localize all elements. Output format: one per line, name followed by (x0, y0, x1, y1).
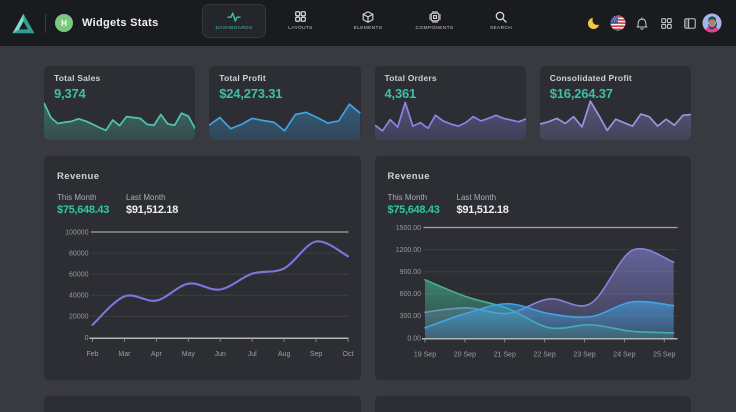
revenue-area-card: Revenue This Month $75,648.43 Last Month… (375, 156, 692, 380)
top-navbar: H Widgets Stats DASHBOARDS LAYOUTS (0, 0, 736, 46)
nav-label: LAYOUTS (288, 26, 313, 31)
stats-row: Total Sales 9,374 Total Profit $24,273.3… (44, 66, 691, 140)
stat-title: Total Sales (54, 73, 185, 83)
total-orders-sparkline (375, 95, 526, 140)
nav-label: SEARCH (490, 26, 512, 31)
x-axis-label: 21 Sep (493, 352, 515, 359)
navbar-divider (45, 14, 46, 33)
x-axis-label: 22 Sep (533, 352, 555, 359)
grid-icon (295, 11, 306, 23)
app-logo-icon[interactable] (12, 13, 35, 34)
x-axis-label: Jul (248, 351, 257, 358)
x-axis-label: 25 Sep (653, 352, 675, 359)
y-axis-label: 60000 (69, 272, 89, 279)
dark-mode-toggle[interactable] (582, 0, 606, 46)
cpu-icon (429, 11, 441, 23)
y-axis-label: 0.00 (407, 335, 421, 342)
search-icon (495, 11, 507, 23)
x-axis-label: 19 Sep (413, 352, 435, 359)
x-axis-label: May (182, 351, 196, 358)
y-axis-label: 80000 (69, 250, 89, 257)
sidebar-toggle-icon (684, 18, 696, 29)
bell-icon (636, 17, 648, 30)
y-axis-label: 900.00 (399, 269, 421, 276)
y-axis-label: 300.00 (399, 313, 421, 320)
y-axis-label: 40000 (69, 293, 89, 300)
y-axis-label: 20000 (69, 314, 89, 321)
y-axis-label: 600.00 (399, 291, 421, 298)
consolidated-profit-card: Consolidated Profit $16,264.37 (540, 66, 691, 140)
x-axis-label: Jun (215, 351, 226, 358)
bottom-left-card (44, 396, 361, 412)
activity-icon (227, 11, 241, 23)
revenue-line-card: Revenue This Month $75,648.43 Last Month… (44, 156, 361, 380)
x-axis-label: Sep (310, 351, 323, 358)
x-axis-label: 20 Sep (453, 352, 475, 359)
apps-menu-button[interactable] (654, 0, 678, 46)
consolidated-profit-sparkline (540, 95, 691, 140)
workspace-avatar[interactable]: H (55, 14, 73, 32)
moon-icon (587, 16, 601, 30)
total-orders-card: Total Orders 4,361 (375, 66, 526, 140)
language-selector[interactable] (606, 0, 630, 46)
x-axis-label: Oct (343, 351, 354, 358)
stat-title: Total Orders (385, 73, 516, 83)
user-avatar (702, 13, 722, 33)
nav-item-search[interactable]: SEARCH (469, 4, 533, 38)
stat-title: Consolidated Profit (550, 73, 681, 83)
us-flag-icon (610, 15, 626, 31)
nav-label: ELEMENTS (354, 26, 383, 31)
nav-item-components[interactable]: COMPONENTS (403, 4, 467, 38)
revenue-row: Revenue This Month $75,648.43 Last Month… (44, 156, 691, 380)
y-axis-label: 100000 (65, 229, 88, 236)
nav-label: DASHBOARDS (215, 26, 252, 31)
revenue-area-chart: 0.00 300.00 600.00 900.00 1200.00 1500.00 19 S… (375, 156, 692, 380)
navbar-actions (582, 0, 722, 46)
revenue-line-chart: 0 20000 40000 60000 80000 100000 Feb Mar Apr May J… (44, 156, 361, 380)
apps-icon (661, 18, 672, 29)
notifications-button[interactable] (630, 0, 654, 46)
nav-label: COMPONENTS (416, 26, 454, 31)
x-axis-label: Aug (278, 351, 291, 358)
x-axis-label: Apr (151, 351, 163, 358)
navbar-brand-group: H Widgets Stats (12, 0, 159, 46)
nav-item-elements[interactable]: ELEMENTS (336, 4, 400, 38)
bottom-row (44, 396, 691, 412)
nav-item-layouts[interactable]: LAYOUTS (269, 4, 333, 38)
y-axis-label: 1200.00 (395, 247, 420, 254)
stat-title: Total Profit (219, 73, 350, 83)
total-profit-card: Total Profit $24,273.31 (209, 66, 360, 140)
spark-fill (375, 102, 526, 140)
user-menu[interactable] (702, 0, 722, 46)
x-axis-label: Mar (118, 351, 131, 358)
dashboard-content: Total Sales 9,374 Total Profit $24,273.3… (0, 46, 736, 412)
y-axis-label: 1500.00 (395, 225, 420, 232)
total-sales-card: Total Sales 9,374 (44, 66, 195, 140)
spark-fill (209, 104, 360, 140)
total-sales-sparkline (44, 95, 195, 140)
y-axis-label: 0 (85, 335, 89, 342)
nav-item-dashboards[interactable]: DASHBOARDS (202, 4, 266, 38)
total-profit-sparkline (209, 95, 360, 140)
series-line (93, 241, 349, 325)
x-axis-label: 24 Sep (613, 352, 635, 359)
page-title: Widgets Stats (82, 17, 159, 29)
x-axis-label: 23 Sep (573, 352, 595, 359)
x-axis-label: Feb (86, 351, 98, 358)
sidebar-toggle-button[interactable] (678, 0, 702, 46)
bottom-right-card (375, 396, 692, 412)
box-icon (362, 11, 374, 23)
